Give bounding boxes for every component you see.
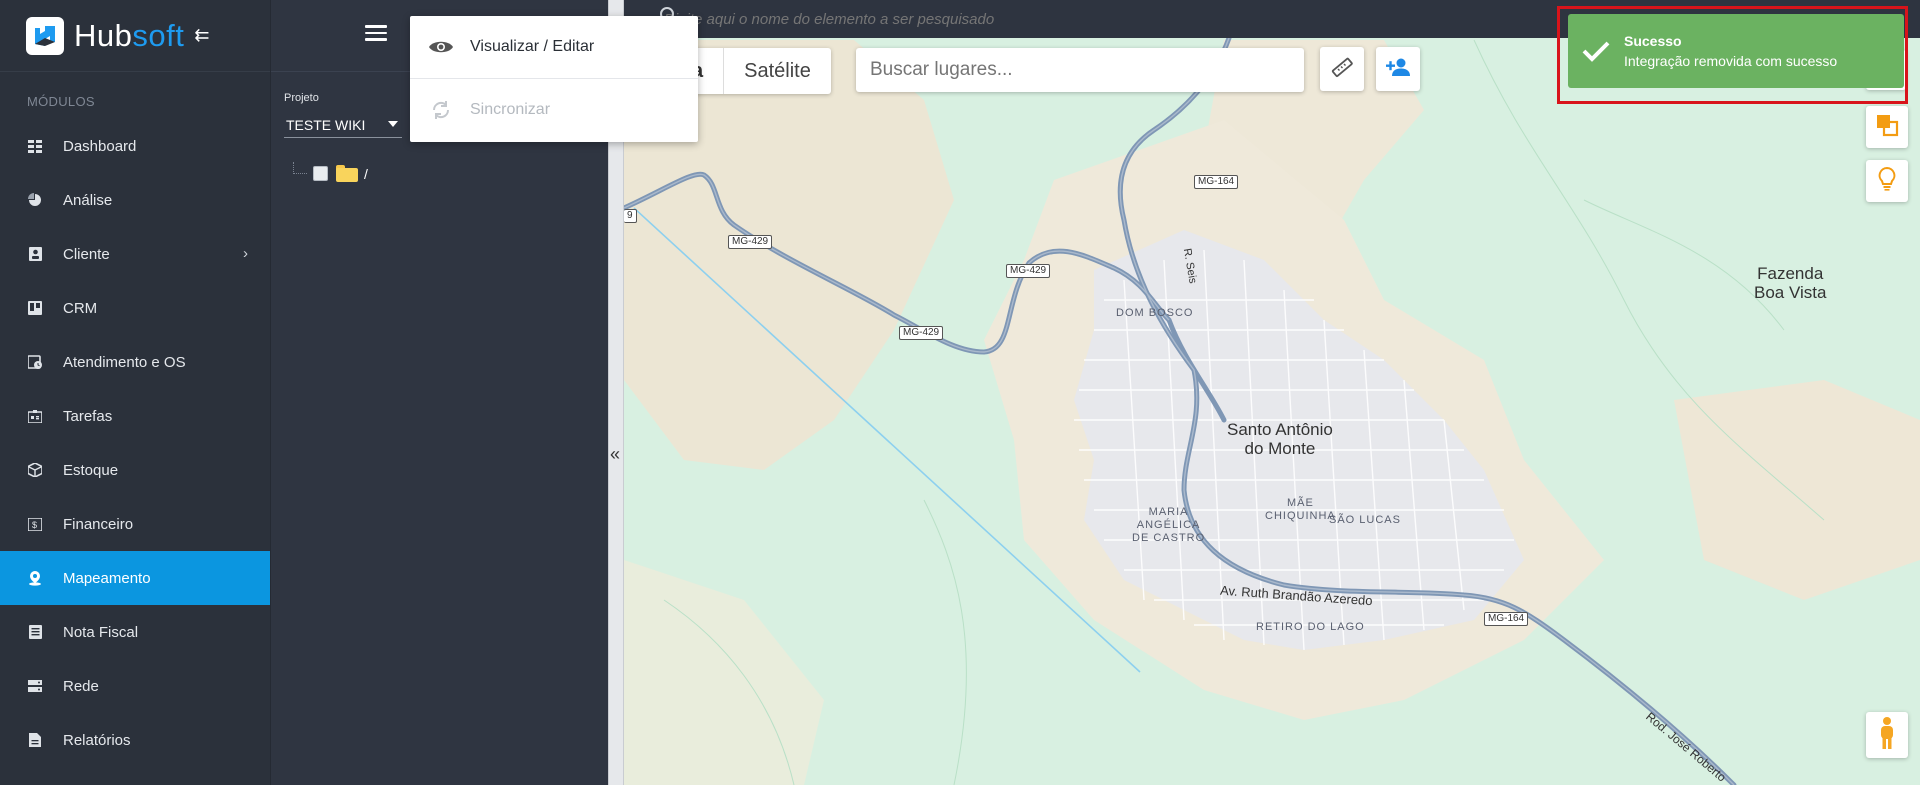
neighborhood-retiro-do-lago: RETIRO DO LAGO [1256,621,1365,633]
chevron-right-icon: › [243,245,248,262]
add-person-icon [1385,56,1411,83]
tips-button[interactable] [1866,160,1908,202]
sidebar-item-label: Atendimento e OS [63,353,186,371]
sidebar-item-cliente[interactable]: Cliente › [0,227,270,281]
sidebar-item-tarefas[interactable]: Tarefas [0,389,270,443]
neighborhood-maria-angelica: MARIA ANGÉLICA DE CASTRO [1132,506,1206,544]
neighborhood-sao-lucas: SÃO LUCAS [1329,514,1401,526]
pegman-icon [1878,716,1896,755]
sidebar-item-label: CRM [63,299,98,317]
project-select[interactable]: TESTE WIKI [284,112,402,138]
contact-card-icon [28,247,42,261]
project-label: Projeto [284,92,319,104]
sidebar-item-label: Financeiro [63,515,134,533]
menu-item-label: Visualizar / Editar [470,38,595,55]
hamburger-menu-icon[interactable] [365,25,387,45]
places-search-box [856,48,1304,92]
server-icon [28,679,42,693]
sidebar-item-label: Análise [63,191,113,209]
success-toast[interactable]: Sucesso Integração removida com sucesso [1568,14,1904,88]
sidebar-item-label: Cliente [63,245,110,263]
highway-shield: MG-164 [1484,612,1529,626]
box-icon [28,463,42,477]
layers-icon [1875,113,1899,142]
places-search-input[interactable] [856,48,1304,92]
folder-icon [336,165,358,182]
lightbulb-icon [1878,166,1896,196]
hubsoft-logo-icon[interactable] [26,16,64,55]
street-view-pegman[interactable] [1866,712,1908,758]
highway-shield: 9 [624,209,637,223]
layers-button[interactable] [1866,106,1908,148]
map-type-control: a Satélite [684,48,831,94]
logo-bar: Hubsoft ⇇ [0,0,270,72]
toast-message: Integração removida com sucesso [1624,53,1838,69]
map-type-satellite-button[interactable]: Satélite [724,48,831,94]
sidebar-item-estoque[interactable]: Estoque [0,443,270,497]
kanban-icon [28,301,42,315]
add-client-button[interactable] [1376,47,1420,91]
modules-section-title: MÓDULOS [27,94,95,109]
map-background [624,35,1920,785]
task-board-icon [28,409,42,423]
brand-name: Hubsoft [74,17,185,53]
clock-calendar-icon [28,355,42,369]
sidebar-item-atendimento[interactable]: Atendimento e OS [0,335,270,389]
sidebar-item-mapeamento[interactable]: Mapeamento [0,551,270,605]
main-sidebar: Hubsoft ⇇ MÓDULOS Dashboard Análise Clie… [0,0,270,785]
menu-item-sincronizar: Sincronizar [410,78,698,140]
eye-icon [428,39,454,55]
sidebar-item-rede[interactable]: Rede [0,659,270,713]
tree-node-label: / [364,165,368,182]
sidebar-item-label: Rede [63,677,99,695]
tree-connector [293,161,307,174]
measure-distance-button[interactable] [1320,47,1364,91]
sidebar-item-label: Estoque [63,461,119,479]
tree-root-node[interactable]: / [293,161,368,182]
sidebar-item-dashboard[interactable]: Dashboard [0,119,270,173]
pie-chart-icon [28,193,42,207]
element-search-input[interactable] [664,10,1364,28]
neighborhood-dom-bosco: DOM BOSCO [1116,307,1194,319]
sidebar-item-label: Mapeamento [63,569,151,587]
sidebar-item-financeiro[interactable]: $ Financeiro [0,497,270,551]
sidebar-item-label: Tarefas [63,407,113,425]
sidebar-item-relatorios[interactable]: Relatórios [0,713,270,767]
place-label-fazenda: Fazenda Boa Vista [1754,264,1827,302]
toast-title: Sucesso [1624,33,1682,49]
sidebar-item-analise[interactable]: Análise [0,173,270,227]
sidebar-item-nota-fiscal[interactable]: Nota Fiscal [0,605,270,659]
collapse-sidebar-icon[interactable]: ⇇ [194,25,209,46]
ruler-icon [1330,55,1354,84]
highway-shield: MG-429 [728,235,773,249]
menu-item-visualizar-editar[interactable]: Visualizar / Editar [410,16,698,78]
project-select-value: TESTE WIKI [286,116,366,133]
highway-shield: MG-429 [899,326,944,340]
tree-context-menu: Visualizar / Editar Sincronizar [410,16,698,142]
svg-text:$: $ [32,520,37,530]
sidebar-item-label: Relatórios [63,731,131,749]
sidebar-item-crm[interactable]: CRM [0,281,270,335]
city-label: Santo Antônio do Monte [1227,420,1333,458]
tree-node-checkbox[interactable] [313,166,328,181]
highway-shield: MG-429 [1006,264,1051,278]
map-canvas[interactable]: a Satélite Santo Antôniodo Monte Fazenda… [624,0,1920,785]
collapse-panel-icon[interactable]: « [610,444,620,465]
caret-down-icon [388,121,398,127]
neighborhood-mae-chiquinha: MÃE CHIQUINHA [1265,497,1336,522]
menu-item-label: Sincronizar [470,100,551,118]
report-icon [28,733,42,747]
sidebar-item-label: Nota Fiscal [63,623,139,641]
document-icon [28,625,42,639]
map-pin-icon [28,570,42,586]
highway-shield: MG-164 [1194,175,1239,189]
sidebar-item-label: Dashboard [63,137,137,155]
check-icon [1568,40,1624,62]
grid-icon [28,139,42,153]
money-icon: $ [28,517,42,531]
sync-icon [428,99,454,121]
